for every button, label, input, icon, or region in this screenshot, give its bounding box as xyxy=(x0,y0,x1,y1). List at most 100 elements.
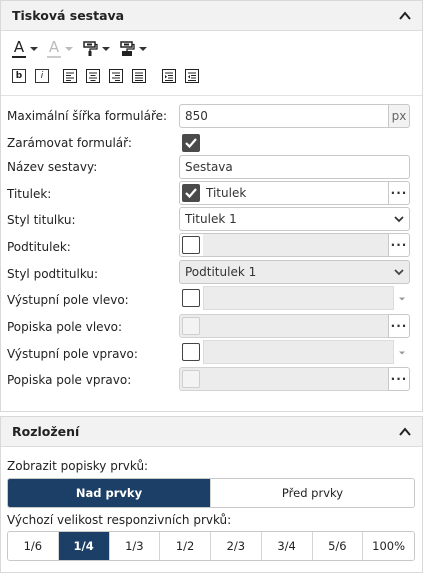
format-toolbar-top: A A xyxy=(12,40,147,58)
option-label: 1/4 xyxy=(73,539,94,553)
ellipsis-icon: ··· xyxy=(390,319,408,333)
option-label: 2/3 xyxy=(226,539,246,553)
background-color-button: A xyxy=(47,40,73,58)
left-output-label: Výstupní pole vlevo: xyxy=(7,293,129,307)
size-option-100[interactable]: 100% xyxy=(363,532,414,560)
right-caption-more-button[interactable]: ··· xyxy=(388,367,410,391)
responsive-size-toggle: 1/6 1/4 1/3 1/2 2/3 3/4 5/6 100% xyxy=(7,531,415,561)
left-output-field xyxy=(203,286,394,310)
chevron-up-icon[interactable] xyxy=(398,9,412,23)
report-name-label: Název sestavy: xyxy=(7,160,98,174)
left-caption-field xyxy=(179,314,389,338)
ellipsis-icon: ··· xyxy=(390,186,408,200)
show-captions-label: Zobrazit popisky prvků: xyxy=(7,459,149,473)
right-caption-label: Popiska pole vpravo: xyxy=(7,373,132,387)
responsive-size-label: Výchozí velikost responzivních prvků: xyxy=(7,513,232,527)
max-width-unit: px xyxy=(389,104,410,128)
text-color-button[interactable]: A xyxy=(12,40,38,58)
align-justify-icon[interactable] xyxy=(132,69,146,83)
text-color-letter: A xyxy=(13,38,25,56)
toolbar-divider xyxy=(1,95,422,96)
right-output-field xyxy=(203,340,394,364)
frame-form-checkbox[interactable] xyxy=(182,134,200,152)
chevron-down-icon xyxy=(139,47,147,51)
option-label: 1/2 xyxy=(175,539,195,553)
left-caption-more-button[interactable]: ··· xyxy=(388,314,410,338)
title-style-value: Titulek 1 xyxy=(185,212,237,226)
bold-letter: b xyxy=(15,70,23,81)
panel-title: Tisková sestava xyxy=(12,8,125,23)
subtitle-checkbox[interactable] xyxy=(182,236,200,254)
panel-title: Rozložení xyxy=(12,424,80,439)
unit-text: px xyxy=(391,109,407,123)
chevron-down-icon xyxy=(102,47,110,51)
left-output-checkbox[interactable] xyxy=(182,289,200,307)
subtitle-style-select: Podtitulek 1 xyxy=(179,260,410,284)
title-style-select[interactable]: Titulek 1 xyxy=(179,207,410,231)
align-right-icon[interactable] xyxy=(109,69,123,83)
title-label: Titulek: xyxy=(7,187,52,201)
bold-button[interactable]: b xyxy=(12,69,26,83)
size-option-3-4[interactable]: 3/4 xyxy=(261,532,313,560)
format-toolbar-bottom: b i xyxy=(12,69,208,83)
bg-color-letter: A xyxy=(48,38,60,56)
option-label: 3/4 xyxy=(277,539,296,553)
size-option-1-3[interactable]: 1/3 xyxy=(109,532,161,560)
print-report-header[interactable]: Tisková sestava xyxy=(1,1,422,31)
checkmark-icon xyxy=(185,188,197,199)
max-width-input[interactable]: 850 xyxy=(179,104,389,128)
left-caption-label: Popiska pole vlevo: xyxy=(7,320,123,334)
subtitle-more-button[interactable]: ··· xyxy=(388,233,410,257)
size-option-5-6[interactable]: 5/6 xyxy=(312,532,364,560)
italic-letter: i xyxy=(40,70,44,81)
align-left-icon[interactable] xyxy=(63,69,77,83)
layout-header[interactable]: Rozložení xyxy=(1,417,422,447)
paint-format-button[interactable] xyxy=(82,41,110,57)
chevron-down-icon xyxy=(399,351,405,355)
size-option-1-6[interactable]: 1/6 xyxy=(8,532,59,560)
subtitle-style-label: Styl podtitulku: xyxy=(7,267,99,281)
chevron-down-icon xyxy=(30,47,38,51)
align-center-icon[interactable] xyxy=(86,69,100,83)
size-option-2-3[interactable]: 2/3 xyxy=(211,532,262,560)
caption-position-toggle: Nad prvky Před prvky xyxy=(7,478,415,508)
chevron-down-icon xyxy=(65,47,73,51)
right-output-checkbox[interactable] xyxy=(182,343,200,361)
chevron-down-icon xyxy=(394,269,404,276)
ellipsis-icon: ··· xyxy=(390,372,408,386)
chevron-up-icon[interactable] xyxy=(398,425,412,439)
report-name-input[interactable]: Sestava xyxy=(179,155,410,179)
title-checkbox[interactable] xyxy=(182,184,200,202)
bg-color-underline xyxy=(47,56,61,58)
option-label: 100% xyxy=(372,539,406,553)
subtitle-style-value: Podtitulek 1 xyxy=(185,265,257,279)
max-width-value: 850 xyxy=(185,109,208,123)
caption-above-option[interactable]: Nad prvky xyxy=(8,479,211,507)
italic-button[interactable]: i xyxy=(35,69,49,83)
max-width-label: Maximální šířka formuláře: xyxy=(7,109,168,123)
title-style-label: Styl titulku: xyxy=(7,213,76,227)
indent-icon[interactable] xyxy=(162,69,176,83)
paint-bucket-icon xyxy=(120,41,135,56)
caption-before-option[interactable]: Před prvky xyxy=(211,479,414,507)
option-label: Před prvky xyxy=(281,486,344,500)
title-input-group: Titulek xyxy=(179,181,389,205)
option-label: Nad prvky xyxy=(75,486,143,500)
title-more-button[interactable]: ··· xyxy=(388,181,410,205)
left-caption-checkbox xyxy=(182,317,200,335)
text-color-underline xyxy=(12,56,26,58)
frame-form-label: Zarámovat formulář: xyxy=(7,136,132,150)
size-option-1-2[interactable]: 1/2 xyxy=(160,532,211,560)
chevron-down-icon xyxy=(394,216,404,223)
checkmark-icon xyxy=(185,138,197,149)
fill-format-button[interactable] xyxy=(119,41,147,57)
right-caption-checkbox xyxy=(182,370,200,388)
report-name-value: Sestava xyxy=(185,160,233,174)
option-label: 5/6 xyxy=(328,539,347,553)
right-caption-field xyxy=(179,367,389,391)
outdent-icon[interactable] xyxy=(185,69,199,83)
chevron-down-icon xyxy=(399,297,405,301)
size-option-1-4[interactable]: 1/4 xyxy=(58,532,110,560)
option-label: 1/3 xyxy=(125,539,144,553)
title-value: Titulek xyxy=(206,186,247,200)
